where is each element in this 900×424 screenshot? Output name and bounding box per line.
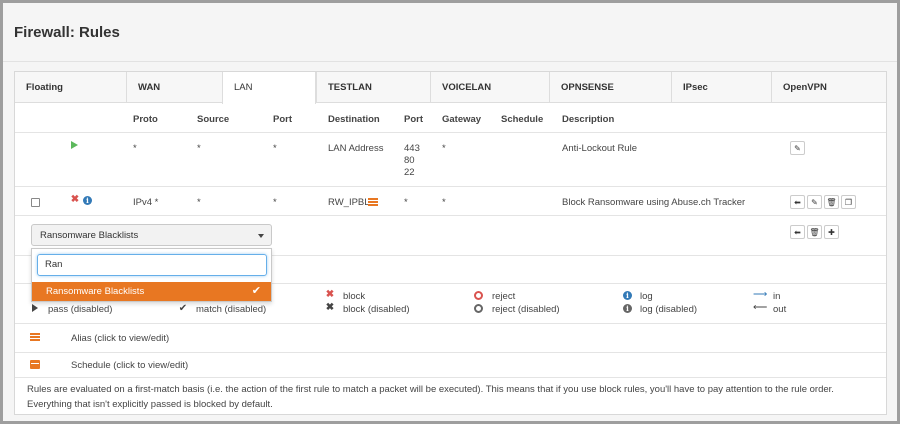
- clone-button[interactable]: ❐: [841, 195, 856, 209]
- rule-dest-port: 22: [404, 167, 415, 178]
- trash-icon: 🗑: [826, 197, 837, 207]
- legend-in: in: [773, 291, 781, 302]
- category-search-input[interactable]: Ran: [37, 254, 267, 276]
- tab-opnsense[interactable]: OPNSENSE: [549, 72, 671, 103]
- col-schedule: Schedule: [501, 114, 544, 125]
- col-port: Port: [273, 114, 292, 125]
- info-icon: i: [623, 291, 632, 300]
- tab-ipsec[interactable]: IPsec: [671, 72, 771, 103]
- rule-dest-port: 80: [404, 155, 415, 166]
- arrow-left-icon: ⬅: [794, 227, 801, 237]
- check-icon: ✔: [178, 303, 188, 314]
- pencil-icon: ✎: [794, 143, 801, 153]
- rule-select-checkbox[interactable]: [31, 198, 40, 207]
- divider: [15, 215, 886, 216]
- pencil-icon: ✎: [811, 197, 818, 207]
- tab-wan[interactable]: WAN: [126, 72, 222, 103]
- category-select[interactable]: Ransomware Blacklists: [31, 224, 272, 246]
- list-icon: [30, 333, 40, 341]
- tab-voicelan[interactable]: VOICELAN: [430, 72, 549, 103]
- move-button[interactable]: ⬅: [790, 195, 805, 209]
- delete-selected-button[interactable]: 🗑: [807, 225, 822, 239]
- rule-port: *: [273, 197, 277, 208]
- category-select-value: Ransomware Blacklists: [40, 230, 139, 241]
- rule-gateway: *: [442, 143, 446, 154]
- rule-dest-port: *: [404, 197, 408, 208]
- legend-match-disabled: match (disabled): [196, 304, 267, 315]
- legend-reject: reject: [492, 291, 516, 302]
- legend-out: out: [773, 304, 787, 315]
- col-description: Description: [562, 114, 615, 125]
- category-option-label: Ransomware Blacklists: [46, 286, 145, 297]
- tab-floating[interactable]: Floating: [15, 72, 126, 103]
- info-icon: i: [623, 304, 632, 313]
- legend-block: block: [343, 291, 366, 302]
- category-option[interactable]: Ransomware Blacklists ✔: [32, 282, 271, 301]
- legend-reject-disabled: reject (disabled): [492, 304, 560, 315]
- rules-panel: Floating WAN LAN TESTLAN VOICELAN OPNSEN…: [14, 71, 887, 415]
- rules-footnote: Rules are evaluated on a first-match bas…: [27, 384, 834, 410]
- divider: [15, 323, 886, 324]
- check-icon: ✔: [251, 285, 261, 297]
- interface-tabs: Floating WAN LAN TESTLAN VOICELAN OPNSEN…: [15, 72, 886, 104]
- rule-source: *: [197, 197, 201, 208]
- rule-source: *: [197, 143, 201, 154]
- divider: [15, 377, 886, 378]
- tab-openvpn[interactable]: OpenVPN: [771, 72, 886, 103]
- rule-port: *: [273, 143, 277, 154]
- add-rule-button[interactable]: ✚: [824, 225, 839, 239]
- arrow-left-icon: ⬅: [794, 197, 801, 207]
- play-icon: [32, 304, 38, 312]
- rule-destination: RW_IPBL: [328, 197, 370, 208]
- col-dest-port: Port: [404, 114, 423, 125]
- legend-log: log: [640, 291, 653, 302]
- col-destination: Destination: [328, 114, 380, 125]
- reject-icon: [474, 304, 483, 313]
- tab-lan[interactable]: LAN: [222, 72, 316, 104]
- col-source: Source: [197, 114, 230, 125]
- edit-button[interactable]: ✎: [790, 141, 805, 155]
- legend-alias: Alias (click to view/edit): [71, 333, 170, 344]
- divider: [15, 132, 886, 133]
- divider: [15, 186, 886, 187]
- info-icon[interactable]: i: [83, 196, 92, 205]
- legend-log-disabled: log (disabled): [640, 304, 698, 315]
- copy-icon: ❐: [844, 197, 853, 207]
- rule-dest-port: 443: [404, 143, 420, 154]
- chevron-down-icon: [258, 234, 264, 238]
- rule-description: Block Ransomware using Abuse.ch Tracker: [562, 197, 746, 208]
- trash-icon: 🗑: [809, 227, 820, 237]
- col-proto: Proto: [133, 114, 158, 125]
- title-divider: [3, 61, 897, 62]
- play-icon: [71, 141, 78, 149]
- rule-proto: *: [133, 143, 137, 154]
- close-icon[interactable]: ✖: [70, 194, 80, 205]
- edit-button[interactable]: ✎: [807, 195, 822, 209]
- page-title: Firewall: Rules: [14, 24, 120, 41]
- reject-icon: [474, 291, 483, 300]
- calendar-icon: [30, 360, 40, 369]
- move-selected-button[interactable]: ⬅: [790, 225, 805, 239]
- legend-pass-disabled: pass (disabled): [48, 304, 113, 315]
- rule-destination: LAN Address: [328, 143, 384, 154]
- category-dropdown-menu: Ran Ransomware Blacklists ✔: [31, 248, 272, 302]
- divider: [15, 352, 886, 353]
- window: Firewall: Rules Floating WAN LAN TESTLAN…: [3, 3, 897, 421]
- plus-icon: ✚: [828, 227, 835, 237]
- close-icon: ✖: [325, 289, 335, 300]
- arrow-left-icon: ⟵: [753, 302, 768, 313]
- rule-description: Anti-Lockout Rule: [562, 143, 637, 154]
- tab-testlan[interactable]: TESTLAN: [316, 72, 430, 103]
- legend-schedule: Schedule (click to view/edit): [71, 360, 189, 371]
- arrow-right-icon: ⟶: [753, 289, 768, 300]
- delete-button[interactable]: 🗑: [824, 195, 839, 209]
- legend-block-disabled: block (disabled): [343, 304, 410, 315]
- rule-proto: IPv4 *: [133, 197, 159, 208]
- close-icon: ✖: [325, 302, 335, 313]
- list-icon[interactable]: [368, 198, 378, 206]
- col-gateway: Gateway: [442, 114, 482, 125]
- rule-gateway: *: [442, 197, 446, 208]
